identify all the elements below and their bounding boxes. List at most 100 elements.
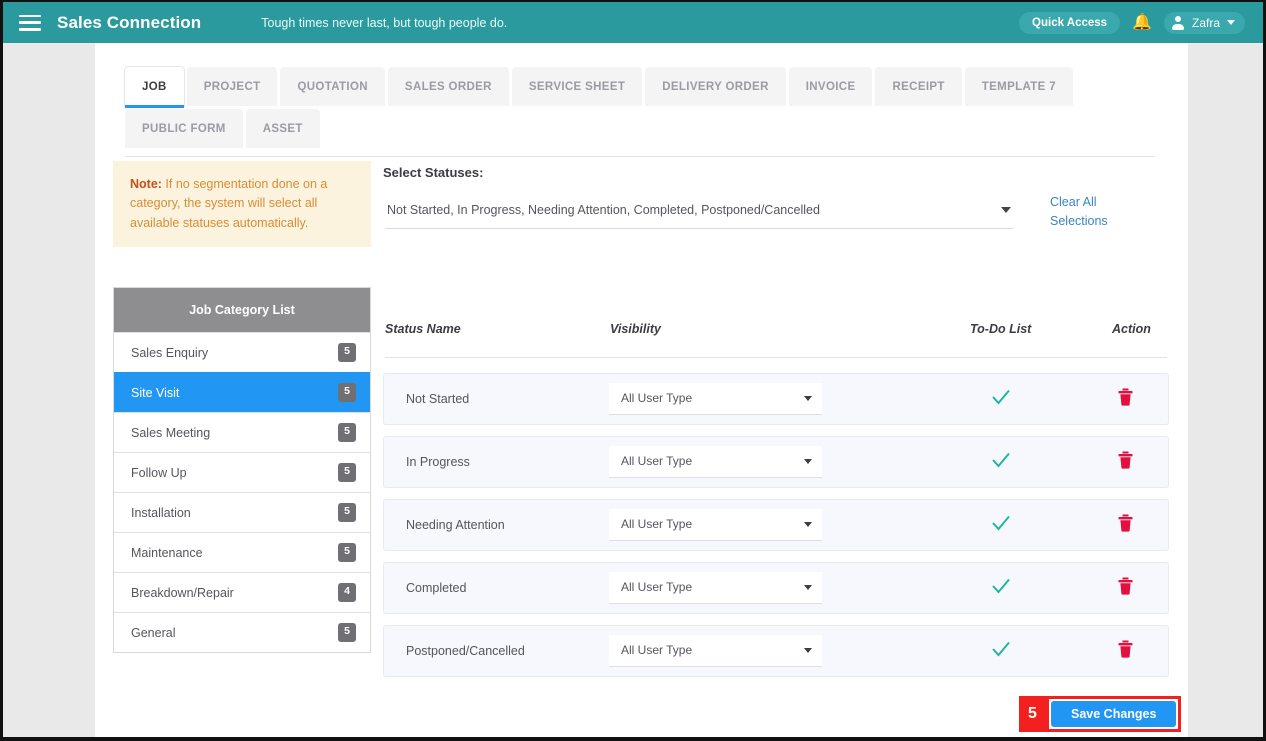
trash-icon xyxy=(1118,640,1132,658)
clear-all-selections-link[interactable]: Clear All Selections xyxy=(1050,193,1130,232)
visibility-select[interactable]: All User Type xyxy=(609,446,822,478)
category-item-site-visit[interactable]: Site Visit 5 xyxy=(114,372,370,412)
delete-status-button[interactable] xyxy=(1100,451,1150,474)
category-count-badge: 5 xyxy=(338,543,356,562)
select-statuses-dropdown[interactable]: Not Started, In Progress, Needing Attent… xyxy=(385,197,1013,229)
category-item-sales-enquiry[interactable]: Sales Enquiry 5 xyxy=(114,332,370,372)
todo-list-cell[interactable] xyxy=(956,387,1046,412)
user-name-label: Zafra xyxy=(1191,15,1220,30)
check-icon xyxy=(992,578,1010,593)
status-name-cell: Completed xyxy=(406,581,467,595)
category-label: Installation xyxy=(131,505,191,520)
user-menu-button[interactable]: Zafra xyxy=(1163,11,1245,34)
quick-access-button[interactable]: Quick Access xyxy=(1019,11,1121,34)
category-count-badge: 5 xyxy=(338,343,356,362)
category-label: Sales Enquiry xyxy=(131,345,209,360)
tab-quotation[interactable]: QUOTATION xyxy=(280,67,385,106)
visibility-value: All User Type xyxy=(621,454,693,468)
category-item-maintenance[interactable]: Maintenance 5 xyxy=(114,532,370,572)
visibility-select[interactable]: All User Type xyxy=(609,383,822,415)
delete-status-button[interactable] xyxy=(1100,514,1150,537)
app-window: Sales Connection Tough times never last,… xyxy=(0,0,1266,741)
tab-invoice[interactable]: INVOICE xyxy=(788,67,873,106)
category-count-badge: 5 xyxy=(338,623,356,642)
check-icon xyxy=(992,641,1010,656)
tagline-text: Tough times never last, but tough people… xyxy=(261,15,508,30)
status-name-cell: Not Started xyxy=(406,392,470,406)
column-header-visibility: Visibility xyxy=(610,322,661,336)
trash-icon xyxy=(1118,577,1132,595)
content-card: JOB PROJECT QUOTATION SALES ORDER SERVIC… xyxy=(95,43,1188,737)
select-statuses-label: Select Statuses: xyxy=(383,165,484,180)
status-table-body: Not Started All User Type In Progress Al… xyxy=(383,373,1169,688)
category-count-badge: 5 xyxy=(338,503,356,522)
visibility-select[interactable]: All User Type xyxy=(609,509,822,541)
collapsed-sidebar-rail xyxy=(3,43,95,737)
save-area: 5 Save Changes xyxy=(1019,696,1182,732)
tab-receipt[interactable]: RECEIPT xyxy=(875,67,962,106)
selected-statuses-value: Not Started, In Progress, Needing Attent… xyxy=(387,203,820,217)
category-item-breakdown-repair[interactable]: Breakdown/Repair 4 xyxy=(114,572,370,612)
visibility-select[interactable]: All User Type xyxy=(609,572,822,604)
chevron-down-icon xyxy=(804,395,812,401)
category-label: Breakdown/Repair xyxy=(131,585,234,600)
chevron-down-icon xyxy=(1001,207,1011,213)
category-count-badge: 4 xyxy=(338,583,356,602)
column-header-action: Action xyxy=(1112,322,1151,336)
tab-sales-order[interactable]: SALES ORDER xyxy=(387,67,509,106)
check-icon xyxy=(992,515,1010,530)
top-navigation-bar: Sales Connection Tough times never last,… xyxy=(3,2,1263,43)
topbar-actions: Quick Access 🔔 Zafra xyxy=(1019,11,1263,34)
table-row: Needing Attention All User Type xyxy=(383,499,1169,551)
visibility-value: All User Type xyxy=(621,391,693,405)
status-name-cell: Needing Attention xyxy=(406,518,505,532)
trash-icon xyxy=(1118,514,1132,532)
tab-service-sheet[interactable]: SERVICE SHEET xyxy=(511,67,643,106)
todo-list-cell[interactable] xyxy=(956,639,1046,664)
todo-list-cell[interactable] xyxy=(956,513,1046,538)
visibility-value: All User Type xyxy=(621,517,693,531)
delete-status-button[interactable] xyxy=(1100,577,1150,600)
tab-asset[interactable]: ASSET xyxy=(245,109,320,148)
delete-status-button[interactable] xyxy=(1100,640,1150,663)
visibility-value: All User Type xyxy=(621,580,693,594)
column-header-todo-list: To-Do List xyxy=(970,322,1032,336)
category-count-badge: 5 xyxy=(338,383,356,402)
trash-icon xyxy=(1118,388,1132,406)
status-table-header: Status Name Visibility To-Do List Action xyxy=(385,322,1167,358)
app-brand-title: Sales Connection xyxy=(57,12,202,32)
segmentation-note: Note: If no segmentation done on a categ… xyxy=(113,161,371,248)
table-row: Completed All User Type xyxy=(383,562,1169,614)
category-item-sales-meeting[interactable]: Sales Meeting 5 xyxy=(114,412,370,452)
status-name-cell: Postponed/Cancelled xyxy=(406,644,525,658)
avatar-icon xyxy=(1172,16,1185,30)
trash-icon xyxy=(1118,451,1132,469)
tab-delivery-order[interactable]: DELIVERY ORDER xyxy=(645,67,786,106)
category-item-general[interactable]: General 5 xyxy=(114,612,370,652)
tab-template-7[interactable]: TEMPLATE 7 xyxy=(964,67,1073,106)
category-label: Maintenance xyxy=(131,545,203,560)
bell-icon[interactable]: 🔔 xyxy=(1132,14,1152,31)
tab-job[interactable]: JOB xyxy=(125,67,184,108)
category-label: Sales Meeting xyxy=(131,425,211,440)
category-label: Site Visit xyxy=(131,385,180,400)
todo-list-cell[interactable] xyxy=(956,450,1046,475)
save-button-highlight: Save Changes xyxy=(1046,696,1182,732)
template-tabs: JOB PROJECT QUOTATION SALES ORDER SERVIC… xyxy=(125,67,1155,148)
category-item-follow-up[interactable]: Follow Up 5 xyxy=(114,452,370,492)
chevron-down-icon xyxy=(804,647,812,653)
visibility-select[interactable]: All User Type xyxy=(609,635,822,667)
category-count-badge: 5 xyxy=(338,463,356,482)
delete-status-button[interactable] xyxy=(1100,388,1150,411)
category-item-installation[interactable]: Installation 5 xyxy=(114,492,370,532)
table-row: Not Started All User Type xyxy=(383,373,1169,425)
save-changes-button[interactable]: Save Changes xyxy=(1051,701,1177,727)
chevron-down-icon xyxy=(1227,20,1235,25)
tab-project[interactable]: PROJECT xyxy=(186,67,278,106)
tab-public-form[interactable]: PUBLIC FORM xyxy=(125,109,243,148)
chevron-down-icon xyxy=(804,584,812,590)
hamburger-icon[interactable] xyxy=(19,14,41,31)
table-row: Postponed/Cancelled All User Type xyxy=(383,625,1169,677)
category-label: Follow Up xyxy=(131,465,187,480)
todo-list-cell[interactable] xyxy=(956,576,1046,601)
